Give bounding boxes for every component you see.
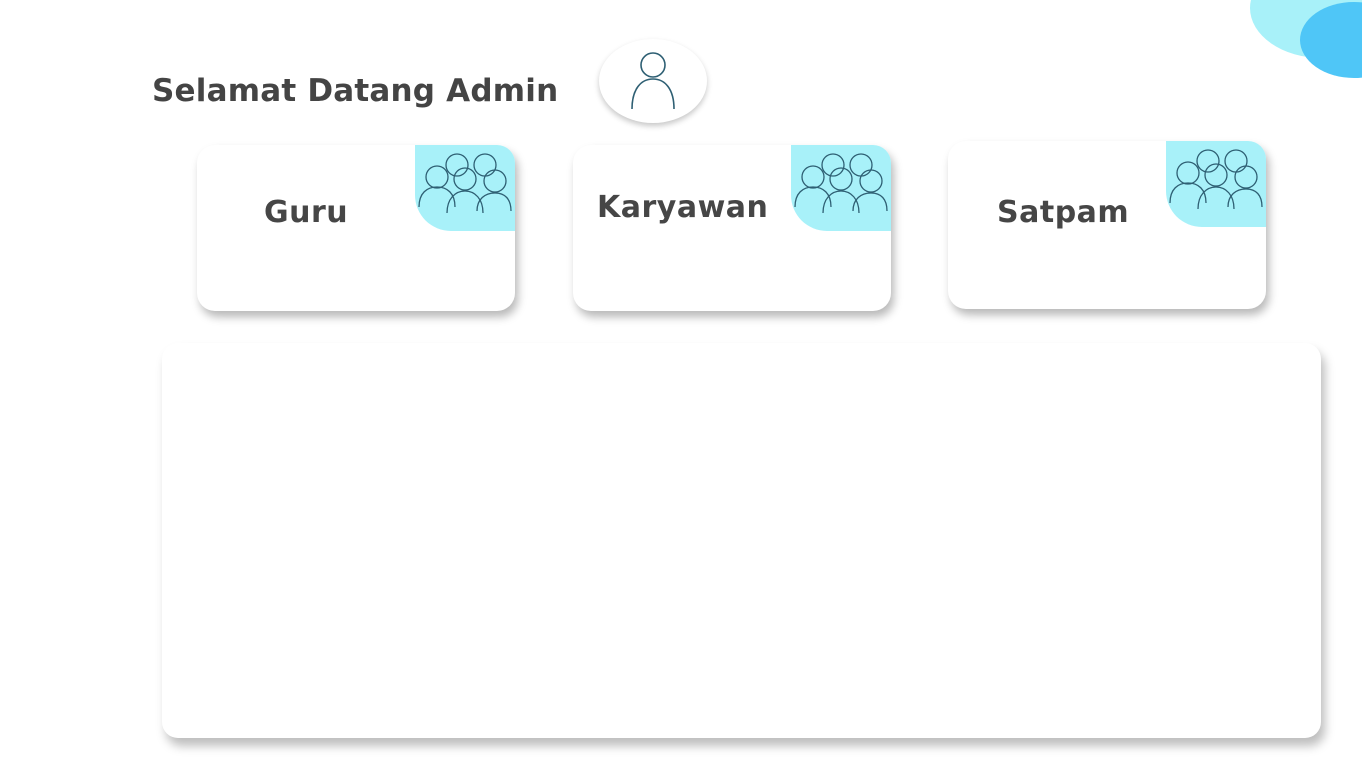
user-icon bbox=[631, 52, 675, 110]
card-guru-icon-badge bbox=[415, 145, 515, 231]
group-icon bbox=[794, 153, 888, 214]
card-satpam-icon-badge bbox=[1166, 141, 1266, 227]
admin-avatar[interactable] bbox=[599, 39, 707, 123]
card-guru-label: Guru bbox=[264, 195, 349, 230]
group-icon bbox=[1169, 149, 1263, 210]
main-content-panel bbox=[162, 343, 1321, 738]
card-karyawan-label: Karyawan bbox=[597, 190, 769, 225]
card-satpam-label: Satpam bbox=[997, 195, 1130, 230]
welcome-title: Selamat Datang Admin bbox=[152, 73, 559, 109]
group-icon bbox=[418, 153, 512, 214]
corner-decoration bbox=[1242, 0, 1362, 80]
card-guru[interactable]: Guru bbox=[197, 145, 515, 311]
card-karyawan[interactable]: Karyawan bbox=[573, 145, 891, 311]
card-karyawan-icon-badge bbox=[791, 145, 891, 231]
card-satpam[interactable]: Satpam bbox=[948, 141, 1266, 309]
